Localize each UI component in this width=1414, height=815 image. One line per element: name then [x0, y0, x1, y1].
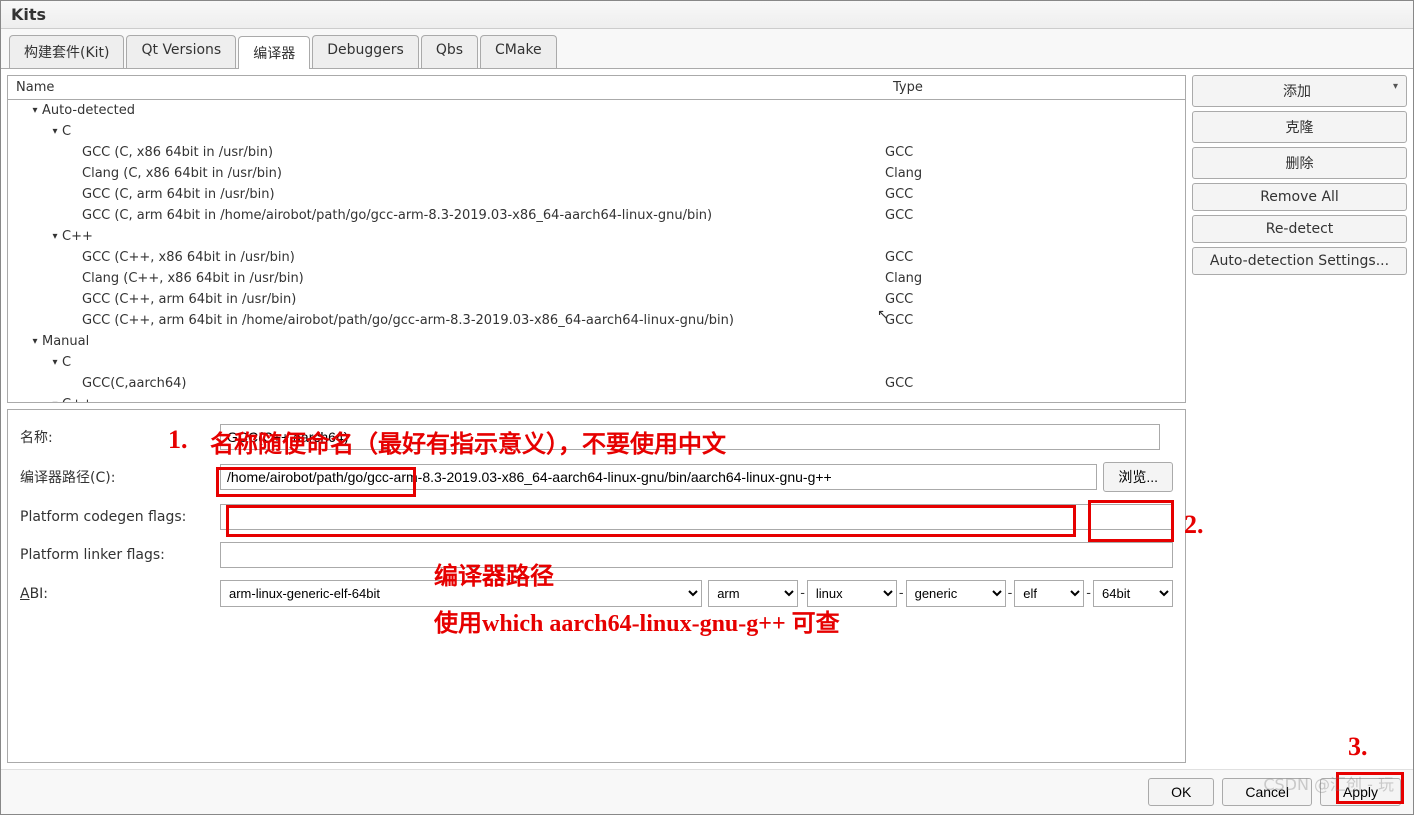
tab-bar: 构建套件(Kit)Qt Versions编译器DebuggersQbsCMake	[1, 29, 1413, 69]
abi-flavor-select[interactable]: generic	[906, 580, 1006, 607]
header-name[interactable]: Name	[8, 76, 885, 99]
redetect-button[interactable]: Re-detect	[1192, 215, 1407, 243]
tree-header: Name Type	[8, 76, 1185, 100]
tree-row[interactable]: ▾Auto-detected	[8, 100, 1185, 121]
tree-item-label: C++	[62, 227, 93, 246]
compiler-path-label: 编译器路径(C):	[20, 467, 220, 487]
codegen-flags-input[interactable]	[220, 504, 1173, 530]
tab-0[interactable]: 构建套件(Kit)	[9, 35, 124, 68]
tree-item-label: GCC (C, arm 64bit in /home/airobot/path/…	[82, 206, 712, 225]
tree-item-label: GCC (C, arm 64bit in /usr/bin)	[82, 185, 275, 204]
compiler-form: 名称: 编译器路径(C): 浏览... Platform codegen fla…	[7, 409, 1186, 763]
auto-detection-settings-button[interactable]: Auto-detection Settings...	[1192, 247, 1407, 275]
dialog-button-bar: OK Cancel Apply	[1, 769, 1413, 814]
abi-width-select[interactable]: 64bit	[1093, 580, 1173, 607]
tab-5[interactable]: CMake	[480, 35, 557, 68]
name-label: 名称:	[20, 427, 220, 447]
tree-item-type: Clang	[885, 164, 1185, 183]
tree-item-type	[885, 227, 1185, 246]
tree-item-type: GCC	[885, 374, 1185, 393]
tree-item-type	[885, 101, 1185, 120]
tree-item-label: GCC (C, x86 64bit in /usr/bin)	[82, 143, 273, 162]
tree-item-label: Clang (C, x86 64bit in /usr/bin)	[82, 164, 282, 183]
tab-1[interactable]: Qt Versions	[126, 35, 236, 68]
content-area: Name Type ▾Auto-detected▾CGCC (C, x86 64…	[1, 69, 1413, 769]
ok-button[interactable]: OK	[1148, 778, 1214, 806]
abi-main-select[interactable]: arm-linux-generic-elf-64bit	[220, 580, 702, 607]
expand-icon[interactable]: ▾	[48, 227, 62, 246]
tree-row[interactable]: GCC(C,aarch64) GCC	[8, 373, 1185, 394]
tree-row[interactable]: GCC (C++, arm 64bit in /home/airobot/pat…	[8, 310, 1185, 331]
tree-item-type: GCC	[885, 290, 1185, 309]
tree-item-type	[885, 122, 1185, 141]
linker-flags-input[interactable]	[220, 542, 1173, 568]
tree-item-label: Clang (C++, x86 64bit in /usr/bin)	[82, 269, 304, 288]
tab-2[interactable]: 编译器	[238, 36, 310, 69]
tree-row[interactable]: ▾Manual	[8, 331, 1185, 352]
name-input[interactable]	[220, 424, 1160, 450]
window-title: Kits	[1, 1, 1413, 29]
tab-4[interactable]: Qbs	[421, 35, 478, 68]
tree-item-type	[885, 395, 1185, 402]
tree-row[interactable]: GCC (C, x86 64bit in /usr/bin) GCC	[8, 142, 1185, 163]
tree-row[interactable]: GCC (C, arm 64bit in /home/airobot/path/…	[8, 205, 1185, 226]
tree-item-label: GCC (C++, arm 64bit in /home/airobot/pat…	[82, 311, 734, 330]
left-panel: Name Type ▾Auto-detected▾CGCC (C, x86 64…	[7, 75, 1186, 763]
tree-item-type	[885, 353, 1185, 372]
expand-icon[interactable]: ▾	[28, 332, 42, 351]
abi-arch-select[interactable]: arm	[708, 580, 798, 607]
expand-icon[interactable]: ▾	[48, 353, 62, 372]
remove-all-button[interactable]: Remove All	[1192, 183, 1407, 211]
tree-item-type: GCC	[885, 311, 1185, 330]
tree-item-type: GCC	[885, 248, 1185, 267]
tree-item-type: Clang	[885, 269, 1185, 288]
tree-item-label: C	[62, 122, 71, 141]
abi-label: ABI:	[20, 586, 220, 602]
tree-item-label: Auto-detected	[42, 101, 135, 120]
tree-row[interactable]: ▾C	[8, 352, 1185, 373]
browse-button[interactable]: 浏览...	[1103, 462, 1173, 492]
tree-item-label: GCC (C++, x86 64bit in /usr/bin)	[82, 248, 295, 267]
tree-body[interactable]: ▾Auto-detected▾CGCC (C, x86 64bit in /us…	[8, 100, 1185, 402]
abi-os-select[interactable]: linux	[807, 580, 897, 607]
side-button-panel: 添加 克隆 删除 Remove All Re-detect Auto-detec…	[1192, 75, 1407, 763]
compiler-path-input[interactable]	[220, 464, 1097, 490]
tree-row[interactable]: GCC (C++, x86 64bit in /usr/bin) GCC	[8, 247, 1185, 268]
cancel-button[interactable]: Cancel	[1222, 778, 1312, 806]
header-type[interactable]: Type	[885, 76, 1185, 99]
kits-window: Kits 构建套件(Kit)Qt Versions编译器DebuggersQbs…	[0, 0, 1414, 815]
tree-item-label: C	[62, 353, 71, 372]
abi-format-select[interactable]: elf	[1014, 580, 1084, 607]
tree-row[interactable]: ▾C	[8, 121, 1185, 142]
tree-row[interactable]: ▾C++	[8, 226, 1185, 247]
expand-icon[interactable]: ▾	[48, 395, 62, 402]
tab-3[interactable]: Debuggers	[312, 35, 419, 68]
tree-item-type: GCC	[885, 185, 1185, 204]
delete-button[interactable]: 删除	[1192, 147, 1407, 179]
tree-item-label: C++	[62, 395, 93, 402]
tree-item-label: GCC(C,aarch64)	[82, 374, 187, 393]
tree-item-type: GCC	[885, 143, 1185, 162]
clone-button[interactable]: 克隆	[1192, 111, 1407, 143]
tree-item-label: GCC (C++, arm 64bit in /usr/bin)	[82, 290, 296, 309]
tree-row[interactable]: ▾C++	[8, 394, 1185, 402]
expand-icon[interactable]: ▾	[28, 101, 42, 120]
tree-item-type	[885, 332, 1185, 351]
apply-button[interactable]: Apply	[1320, 778, 1401, 806]
tree-row[interactable]: GCC (C++, arm 64bit in /usr/bin) GCC	[8, 289, 1185, 310]
expand-icon[interactable]: ▾	[48, 122, 62, 141]
tree-item-label: Manual	[42, 332, 89, 351]
linker-flags-label: Platform linker flags:	[20, 547, 220, 563]
tree-row[interactable]: GCC (C, arm 64bit in /usr/bin) GCC	[8, 184, 1185, 205]
tree-item-type: GCC	[885, 206, 1185, 225]
tree-row[interactable]: Clang (C, x86 64bit in /usr/bin) Clang	[8, 163, 1185, 184]
add-button[interactable]: 添加	[1192, 75, 1407, 107]
codegen-flags-label: Platform codegen flags:	[20, 509, 220, 525]
tree-row[interactable]: Clang (C++, x86 64bit in /usr/bin) Clang	[8, 268, 1185, 289]
compiler-tree: Name Type ▾Auto-detected▾CGCC (C, x86 64…	[7, 75, 1186, 403]
